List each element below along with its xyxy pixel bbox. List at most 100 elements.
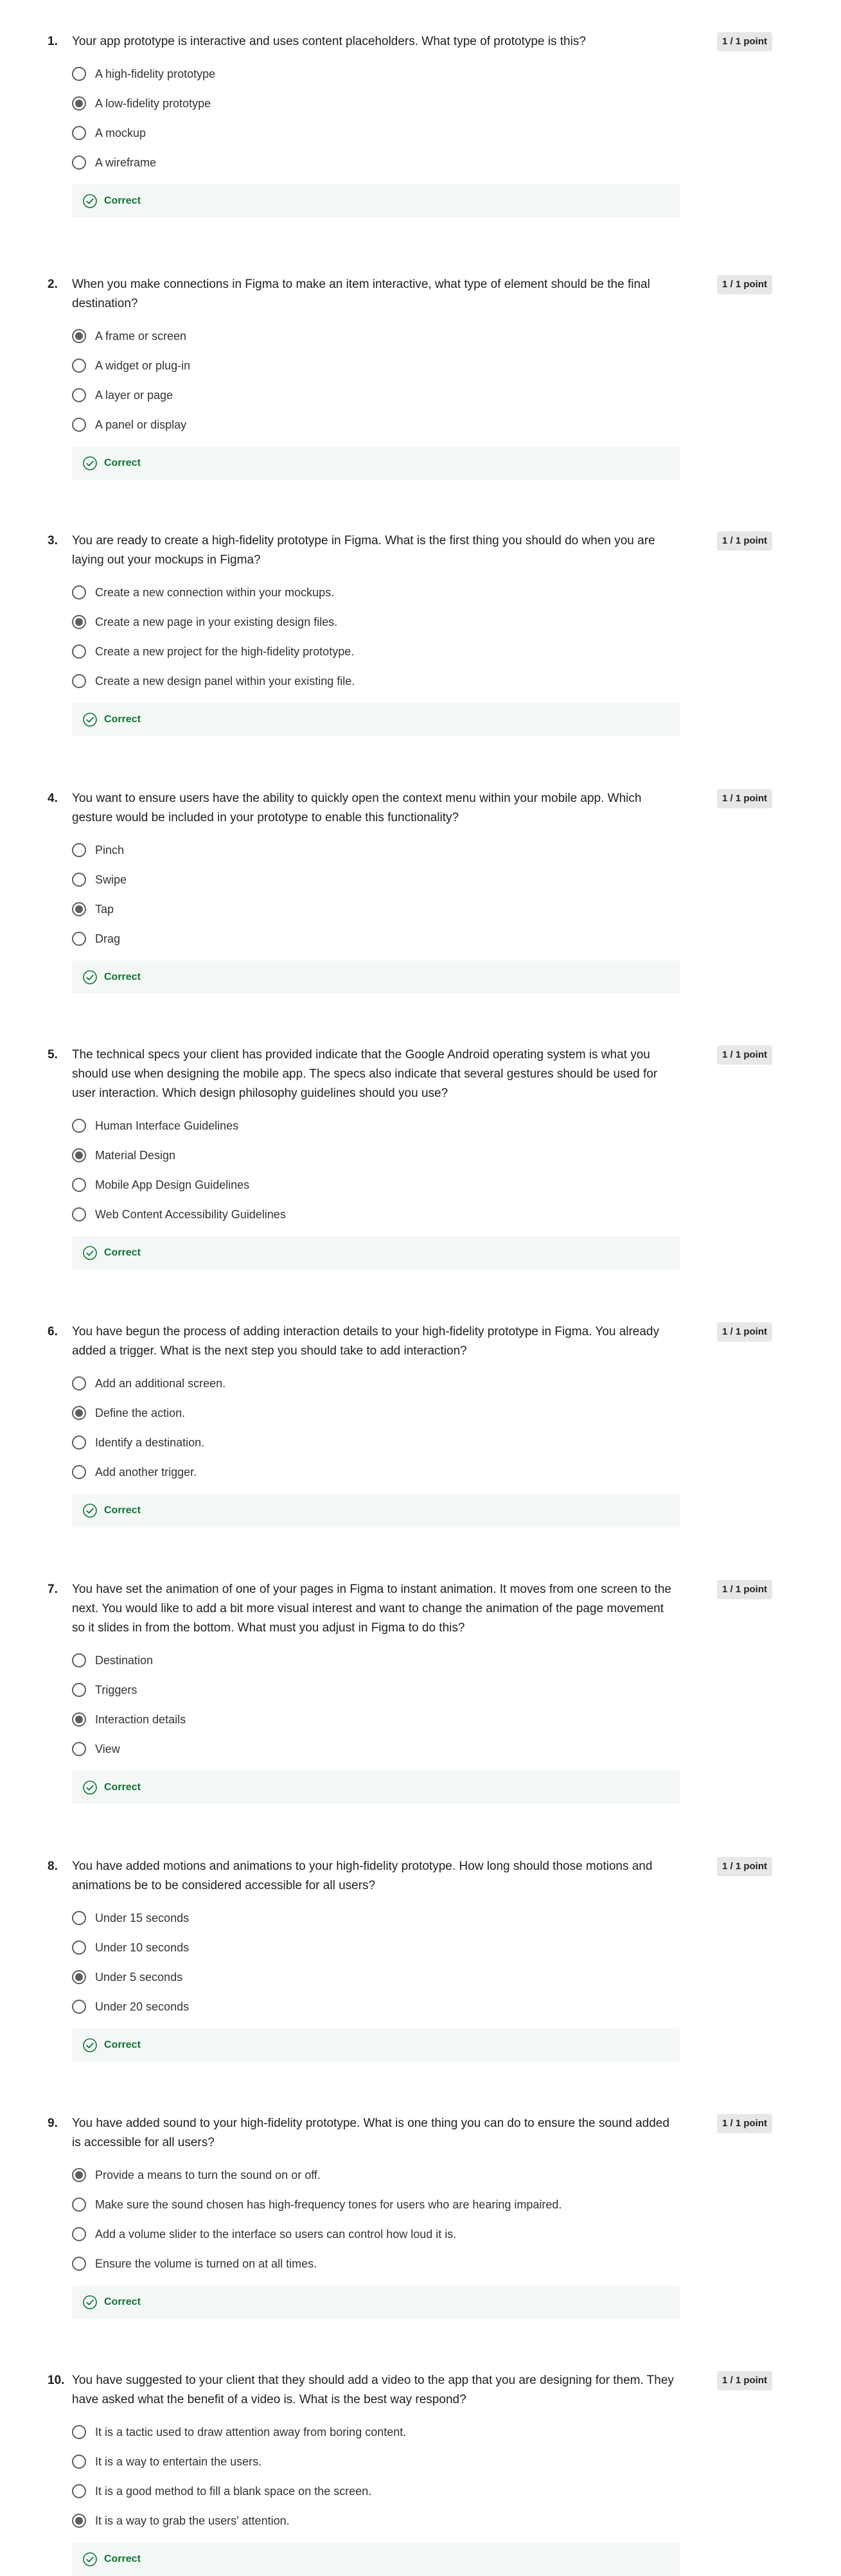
radio-button[interactable] bbox=[72, 359, 86, 373]
answer-option[interactable]: A low-fidelity prototype bbox=[72, 91, 676, 120]
answer-options: Under 15 seconds Under 10 seconds Under 5 … bbox=[72, 1905, 676, 2023]
answer-option[interactable]: Define the action. bbox=[72, 1400, 676, 1430]
answer-option[interactable]: It is a way to grab the users' attention… bbox=[72, 2508, 676, 2537]
radio-button[interactable] bbox=[72, 1376, 86, 1390]
option-label: Destination bbox=[95, 1654, 154, 1667]
answer-option[interactable]: A widget or plug-in bbox=[72, 353, 676, 382]
radio-button[interactable] bbox=[72, 843, 86, 857]
answer-option[interactable]: Destination bbox=[72, 1648, 676, 1677]
answer-option[interactable]: Under 10 seconds bbox=[72, 1935, 676, 1964]
radio-selected[interactable] bbox=[72, 2514, 86, 2528]
answer-option[interactable]: A mockup bbox=[72, 120, 676, 150]
radio-selected[interactable] bbox=[72, 615, 86, 629]
radio-selected[interactable] bbox=[72, 1712, 86, 1727]
answer-option[interactable]: Provide a means to turn the sound on or … bbox=[72, 2162, 676, 2192]
answer-option[interactable]: Add a volume slider to the interface so … bbox=[72, 2221, 676, 2251]
radio-button[interactable] bbox=[72, 418, 86, 432]
radio-button[interactable] bbox=[72, 932, 86, 946]
radio-button[interactable] bbox=[72, 2000, 86, 2014]
radio-selected[interactable] bbox=[72, 1406, 86, 1420]
radio-button[interactable] bbox=[72, 644, 86, 659]
radio-button[interactable] bbox=[72, 2257, 86, 2271]
answer-option[interactable]: A wireframe bbox=[72, 150, 676, 179]
answer-option[interactable]: Ensure the volume is turned on at all ti… bbox=[72, 2251, 676, 2280]
radio-button[interactable] bbox=[72, 2425, 86, 2439]
radio-button[interactable] bbox=[72, 155, 86, 170]
option-label: Create a new project for the high-fideli… bbox=[95, 645, 355, 658]
radio-button[interactable] bbox=[72, 2484, 86, 2498]
answer-option[interactable]: Tap bbox=[72, 896, 676, 926]
answer-option[interactable]: Swipe bbox=[72, 867, 676, 896]
answer-option[interactable]: It is a way to entertain the users. bbox=[72, 2449, 676, 2478]
answer-option[interactable]: A layer or page bbox=[72, 382, 676, 412]
radio-button[interactable] bbox=[72, 1178, 86, 1192]
answer-option[interactable]: It is a tactic used to draw attention aw… bbox=[72, 2419, 676, 2449]
option-label: View bbox=[95, 1743, 120, 1755]
answer-option[interactable]: A high-fidelity prototype bbox=[72, 61, 676, 91]
answer-option[interactable]: Material Design bbox=[72, 1142, 676, 1172]
answer-option[interactable]: Pinch bbox=[72, 837, 676, 867]
radio-selected[interactable] bbox=[72, 329, 86, 343]
radio-button[interactable] bbox=[72, 1653, 86, 1667]
option-label: Add another trigger. bbox=[95, 1466, 197, 1479]
answer-option[interactable]: Triggers bbox=[72, 1677, 676, 1707]
radio-selected[interactable] bbox=[72, 96, 86, 111]
question-text: You are ready to create a high-fidelity … bbox=[72, 534, 655, 567]
answer-option[interactable]: Create a new connection within your mock… bbox=[72, 580, 676, 609]
radio-button[interactable] bbox=[72, 2455, 86, 2469]
answer-option[interactable]: Make sure the sound chosen has high-freq… bbox=[72, 2192, 676, 2221]
answer-option[interactable]: A panel or display bbox=[72, 412, 676, 441]
option-label: A high-fidelity prototype bbox=[95, 67, 216, 80]
feedback-correct: Correct bbox=[72, 2543, 680, 2576]
answer-option[interactable]: Identify a destination. bbox=[72, 1430, 676, 1459]
answer-option[interactable]: Under 20 seconds bbox=[72, 1994, 676, 2023]
answer-option[interactable]: Add another trigger. bbox=[72, 1459, 676, 1489]
radio-button[interactable] bbox=[72, 1911, 86, 1925]
radio-button[interactable] bbox=[72, 873, 86, 887]
radio-button[interactable] bbox=[72, 1742, 86, 1756]
answer-option[interactable]: Add an additional screen. bbox=[72, 1371, 676, 1400]
feedback-correct: Correct bbox=[72, 1236, 680, 1270]
feedback-label: Correct bbox=[104, 2039, 141, 2050]
radio-selected[interactable] bbox=[72, 902, 86, 916]
answer-option[interactable]: Create a new design panel within your ex… bbox=[72, 668, 676, 698]
answer-option[interactable]: Interaction details bbox=[72, 1707, 676, 1736]
option-label: It is a way to grab the users' attention… bbox=[95, 2514, 290, 2527]
radio-button[interactable] bbox=[72, 2227, 86, 2241]
answer-option[interactable]: Under 5 seconds bbox=[72, 1964, 676, 1994]
radio-button[interactable] bbox=[72, 1941, 86, 1955]
radio-button[interactable] bbox=[72, 1683, 86, 1697]
answer-option[interactable]: Mobile App Design Guidelines bbox=[72, 1172, 676, 1202]
option-label: Create a new page in your existing desig… bbox=[95, 616, 338, 628]
radio-selected[interactable] bbox=[72, 1970, 86, 1984]
radio-button[interactable] bbox=[72, 2198, 86, 2212]
radio-button[interactable] bbox=[72, 388, 86, 402]
radio-button[interactable] bbox=[72, 674, 86, 688]
radio-button[interactable] bbox=[72, 585, 86, 600]
points-badge: 1 / 1 point bbox=[717, 275, 772, 294]
radio-button[interactable] bbox=[72, 1465, 86, 1479]
answer-option[interactable]: Under 15 seconds bbox=[72, 1905, 676, 1935]
option-label: Under 5 seconds bbox=[95, 1971, 183, 1984]
radio-selected[interactable] bbox=[72, 1148, 86, 1162]
option-label: It is a good method to fill a blank spac… bbox=[95, 2485, 372, 2498]
answer-option[interactable]: It is a good method to fill a blank spac… bbox=[72, 2478, 676, 2508]
answer-option[interactable]: Create a new project for the high-fideli… bbox=[72, 639, 676, 668]
answer-option[interactable]: Human Interface Guidelines bbox=[72, 1113, 676, 1142]
radio-button[interactable] bbox=[72, 1207, 86, 1221]
radio-button[interactable] bbox=[72, 1119, 86, 1133]
answer-option[interactable]: Web Content Accessibility Guidelines bbox=[72, 1202, 676, 1231]
answer-option[interactable]: Drag bbox=[72, 926, 676, 955]
option-label: Swipe bbox=[95, 873, 127, 886]
radio-button[interactable] bbox=[72, 126, 86, 140]
option-label: A layer or page bbox=[95, 389, 173, 402]
question-number: 4. bbox=[48, 792, 58, 805]
answer-option[interactable]: View bbox=[72, 1736, 676, 1766]
feedback-label: Correct bbox=[104, 1505, 141, 1516]
answer-option[interactable]: Create a new page in your existing desig… bbox=[72, 609, 676, 639]
radio-button[interactable] bbox=[72, 1435, 86, 1450]
question-text: You have begun the process of adding int… bbox=[72, 1325, 660, 1358]
radio-selected[interactable] bbox=[72, 2168, 86, 2182]
radio-button[interactable] bbox=[72, 67, 86, 81]
answer-option[interactable]: A frame or screen bbox=[72, 323, 676, 353]
